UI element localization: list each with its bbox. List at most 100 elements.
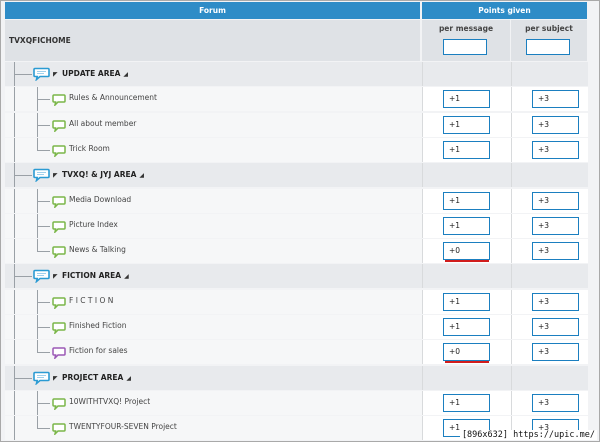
forum-link[interactable]: TWENTYFOUR-SEVEN Project bbox=[69, 422, 177, 431]
points-settings-panel: Forum Points given TVXQFICHOME per messa… bbox=[0, 0, 600, 442]
row-name-cell: 10WITHTVXQ! Project bbox=[5, 390, 420, 415]
row-name-cell: ◤ TVXQ! & JYJ AREA ◢ bbox=[5, 163, 420, 188]
forum-link[interactable]: Finished Fiction bbox=[69, 321, 126, 330]
per-message-cell bbox=[422, 264, 511, 289]
forum-row: Picture Index +1 +3 bbox=[5, 213, 588, 238]
category-expand-icon[interactable]: ◢ bbox=[126, 375, 131, 382]
per-message-cell bbox=[422, 62, 511, 86]
per-message-input[interactable]: +1 bbox=[443, 140, 490, 159]
tree-line bbox=[37, 340, 38, 353]
per-message-input[interactable]: +1 bbox=[443, 292, 490, 311]
per-subject-cell: +3 bbox=[511, 340, 588, 365]
image-watermark: [896x632] https://upic.me/ bbox=[459, 430, 597, 440]
tree-line bbox=[14, 289, 15, 314]
category-collapse-icon[interactable]: ◤ bbox=[53, 172, 58, 179]
per-subject-label: per subject bbox=[525, 24, 573, 33]
per-message-cell: +1 bbox=[422, 315, 511, 339]
tree-branch bbox=[37, 225, 50, 227]
per-subject-cell: +3 bbox=[511, 390, 588, 415]
category-collapse-icon[interactable]: ◤ bbox=[53, 71, 58, 78]
per-subject-cell: +3 bbox=[511, 137, 588, 162]
category-label: UPDATE AREA ◢ bbox=[62, 69, 128, 78]
forum-link[interactable]: News & Talking bbox=[69, 245, 126, 254]
row-name-cell: All about member bbox=[5, 112, 420, 137]
per-message-cell bbox=[422, 365, 511, 390]
per-message-input[interactable]: +1 bbox=[443, 216, 490, 235]
per-subject-cell bbox=[511, 264, 588, 289]
per-message-input[interactable]: +1 bbox=[443, 90, 490, 109]
per-message-cell: +0 bbox=[422, 340, 511, 365]
forum-link[interactable]: Rules & Announcement bbox=[69, 93, 157, 102]
tree-branch bbox=[14, 175, 32, 177]
per-message-input[interactable]: +1 bbox=[443, 115, 490, 134]
per-subject-global-input[interactable] bbox=[526, 39, 570, 55]
forum-link[interactable]: F I C T I O N bbox=[69, 296, 113, 305]
category-expand-icon[interactable]: ◢ bbox=[124, 273, 129, 280]
per-subject-cell: +3 bbox=[511, 239, 588, 264]
row-name-cell: ◤ PROJECT AREA ◢ bbox=[5, 365, 420, 390]
tree-branch bbox=[37, 352, 50, 354]
tree-branch bbox=[37, 200, 50, 202]
category-collapse-icon[interactable]: ◤ bbox=[53, 273, 58, 280]
category-title: UPDATE AREA bbox=[62, 69, 121, 78]
per-message-input[interactable]: +0 bbox=[443, 343, 490, 362]
forum-speech-bubble-icon bbox=[52, 145, 66, 157]
tree-line bbox=[14, 416, 15, 441]
forum-link[interactable]: Fiction for sales bbox=[69, 346, 128, 355]
category-label: FICTION AREA ◢ bbox=[62, 271, 129, 280]
per-subject-input[interactable]: +3 bbox=[532, 343, 579, 362]
category-collapse-icon[interactable]: ◤ bbox=[53, 375, 58, 382]
highlight-underline bbox=[445, 361, 489, 364]
forum-link[interactable]: Picture Index bbox=[69, 220, 118, 229]
forum-link[interactable]: Trick Room bbox=[69, 144, 110, 153]
per-subject-input[interactable]: +3 bbox=[532, 393, 579, 412]
per-subject-input[interactable]: +3 bbox=[532, 90, 579, 109]
tree-line bbox=[14, 315, 15, 339]
per-message-input[interactable]: +1 bbox=[443, 393, 490, 412]
category-expand-icon[interactable]: ◢ bbox=[123, 71, 128, 78]
per-message-cell: +1 bbox=[422, 390, 511, 415]
category-expand-icon[interactable]: ◢ bbox=[139, 172, 144, 179]
forum-speech-bubble-icon bbox=[52, 347, 66, 360]
forum-link[interactable]: All about member bbox=[69, 119, 136, 128]
per-subject-cell: +3 bbox=[511, 188, 588, 213]
row-name-cell: TWENTYFOUR-SEVEN Project bbox=[5, 416, 420, 441]
category-title: PROJECT AREA bbox=[62, 372, 124, 382]
forum-row: Rules & Announcement +1 +3 bbox=[5, 87, 588, 112]
tree-line bbox=[14, 188, 15, 213]
per-subject-input[interactable]: +3 bbox=[532, 216, 579, 235]
per-subject-input[interactable]: +3 bbox=[532, 292, 579, 311]
per-message-input[interactable]: +1 bbox=[443, 318, 490, 336]
forum-speech-bubble-icon bbox=[52, 296, 66, 309]
tree-branch bbox=[37, 428, 50, 430]
category-speech-bubble-icon bbox=[33, 67, 50, 81]
row-name-cell: ◤ UPDATE AREA ◢ bbox=[5, 62, 420, 86]
category-speech-bubble-icon bbox=[33, 270, 50, 284]
category-speech-bubble-icon bbox=[33, 168, 50, 183]
per-subject-input[interactable]: +3 bbox=[532, 242, 579, 261]
category-row: ◤ PROJECT AREA ◢ bbox=[5, 365, 588, 390]
per-subject-input[interactable]: +3 bbox=[532, 115, 579, 134]
highlight-underline bbox=[445, 260, 489, 263]
per-subject-input[interactable]: +3 bbox=[532, 318, 579, 336]
per-subject-cell: +3 bbox=[511, 213, 588, 238]
tree-branch bbox=[37, 402, 50, 404]
points-given-header: Points given bbox=[422, 2, 587, 19]
per-subject-header-cell: per subject bbox=[511, 20, 587, 61]
per-subject-input[interactable]: +3 bbox=[532, 191, 579, 210]
per-message-cell: +1 bbox=[422, 188, 511, 213]
per-message-cell: +1 bbox=[422, 137, 511, 162]
forum-link[interactable]: 10WITHTVXQ! Project bbox=[69, 397, 150, 406]
per-message-input[interactable]: +0 bbox=[443, 242, 490, 261]
per-subject-input[interactable]: +3 bbox=[532, 140, 579, 159]
per-message-global-input[interactable] bbox=[443, 39, 487, 55]
forum-speech-bubble-icon bbox=[52, 398, 66, 410]
per-subject-cell: +3 bbox=[511, 289, 588, 314]
per-message-input[interactable]: +1 bbox=[443, 191, 490, 210]
forum-speech-bubble-icon bbox=[52, 195, 66, 208]
forum-link[interactable]: Media Download bbox=[69, 195, 131, 204]
row-name-cell: Picture Index bbox=[5, 213, 420, 238]
per-message-cell: +1 bbox=[422, 87, 511, 112]
forum-speech-bubble-icon bbox=[52, 246, 66, 259]
per-message-cell: +1 bbox=[422, 289, 511, 314]
